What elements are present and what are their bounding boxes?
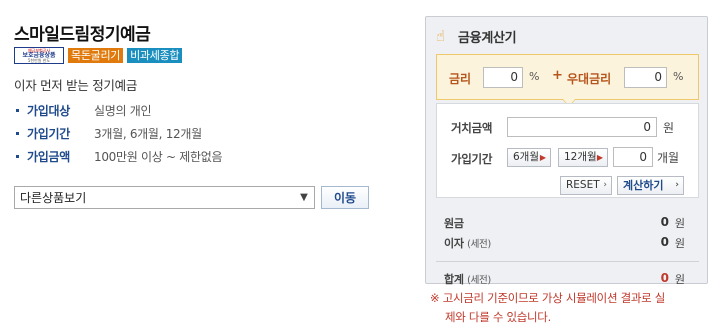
notice-line-2: 제와 다를 수 있습니다. — [445, 310, 551, 324]
rate-unit: % — [529, 70, 540, 83]
bullet-icon — [16, 131, 19, 135]
calculator-title: 금융계산기 — [458, 30, 517, 46]
principal-row: 원금 0 원 — [444, 215, 691, 231]
chevron-right-icon: › — [675, 180, 679, 190]
calculator-header: ☝ 금융계산기 — [436, 25, 517, 47]
other-products-select[interactable]: 다른상품보기 ▼ — [14, 186, 315, 209]
period-label: 가입기간 — [451, 152, 493, 166]
total-row: 합계 (세전) 0 원 — [444, 271, 691, 287]
product-description: 이자 먼저 받는 정기예금 — [14, 78, 138, 93]
bonus-rate-input[interactable]: 0 — [624, 67, 667, 88]
finger-pointer-icon: ☝ — [436, 27, 446, 45]
total-value: 0 — [660, 271, 669, 285]
badge-lump-sum: 목돈굴리기 — [68, 48, 124, 63]
period-6-label: 6개월 — [513, 151, 540, 163]
total-note: (세전) — [467, 275, 491, 286]
deposit-amount-input[interactable]: 0 — [507, 117, 657, 137]
spec-term: 가입대상 — [27, 103, 70, 118]
result-divider — [436, 261, 699, 262]
spec-value: 3개월, 6개월, 12개월 — [94, 126, 202, 141]
reset-button[interactable]: RESET › — [560, 176, 612, 195]
calculator-inputs: 거치금액 0 원 가입기간 6개월 ▶ 12개월 ▶ 0 개월 RESET › … — [436, 103, 699, 198]
chevron-right-icon: › — [603, 180, 607, 190]
bullet-icon — [16, 154, 19, 158]
deposit-unit: 원 — [663, 121, 675, 135]
go-button[interactable]: 이동 — [321, 186, 369, 209]
period-12-label: 12개월 — [564, 151, 597, 163]
interest-row: 이자 (세전) 0 원 — [444, 235, 691, 251]
triangle-right-icon: ▶ — [539, 153, 546, 162]
principal-value: 0 — [660, 215, 669, 229]
period-6-month-button[interactable]: 6개월 ▶ — [507, 148, 551, 167]
interest-value: 0 — [660, 235, 669, 249]
reset-label: RESET — [566, 179, 600, 191]
calculate-label: 계산하기 — [623, 179, 664, 192]
principal-unit: 원 — [674, 217, 685, 230]
rate-input[interactable]: 0 — [483, 67, 523, 88]
rate-box: 금리 0 % + 우대금리 0 % — [436, 54, 699, 100]
total-label: 합계 (세전) — [444, 271, 491, 287]
product-title: 스마일드림정기예금 — [14, 25, 151, 45]
interest-label: 이자 (세전) — [444, 235, 491, 251]
deposit-label: 거치금액 — [451, 121, 493, 135]
total-unit: 원 — [674, 273, 685, 286]
spec-item-amount: 가입금액 100만원 이상 ~ 제한없음 — [14, 148, 223, 164]
calculate-button[interactable]: 계산하기 › — [617, 176, 684, 195]
spec-term: 가입기간 — [27, 126, 70, 141]
simulation-notice: ※ 고시금리 기준이므로 가상 시뮬레이션 결과로 실 제와 다를 수 있습니다… — [430, 289, 715, 327]
interest-note: (세전) — [467, 239, 491, 250]
period-12-month-button[interactable]: 12개월 ▶ — [558, 148, 608, 167]
spec-term: 가입금액 — [27, 149, 70, 164]
badge-tax-free: 비과세종합 — [127, 48, 183, 63]
triangle-right-icon: ▶ — [596, 153, 603, 162]
period-unit: 개월 — [657, 151, 680, 165]
chevron-down-icon: ▼ — [300, 192, 308, 203]
principal-label: 원금 — [444, 217, 464, 230]
financial-calculator: ☝ 금융계산기 금리 0 % + 우대금리 0 % 거치금액 0 원 가입기간 … — [425, 16, 708, 287]
interest-label-text: 이자 — [444, 237, 464, 250]
spec-item-period: 가입기간 3개월, 6개월, 12개월 — [14, 125, 202, 141]
rate-label: 금리 — [449, 72, 472, 86]
spec-item-target: 가입대상 실명의 개인 — [14, 102, 152, 118]
interest-unit: 원 — [674, 237, 685, 250]
spec-value: 실명의 개인 — [94, 103, 152, 118]
period-months-input[interactable]: 0 — [613, 147, 653, 167]
bullet-icon — [16, 108, 19, 112]
protection-logo-line-3: 5천만원 한도 — [27, 57, 51, 63]
total-label-text: 합계 — [444, 273, 464, 286]
select-value: 다른상품보기 — [20, 191, 87, 205]
product-badges: 예금보험공사 보호금융상품 5천만원 한도 목돈굴리기 비과세종합 — [14, 47, 183, 64]
spec-value: 100만원 이상 ~ 제한없음 — [94, 149, 223, 164]
notice-line-1: ※ 고시금리 기준이므로 가상 시뮬레이션 결과로 실 — [430, 291, 666, 305]
deposit-protection-logo: 예금보험공사 보호금융상품 5천만원 한도 — [14, 47, 64, 64]
bonus-rate-label: 우대금리 — [567, 72, 612, 86]
bonus-rate-unit: % — [673, 70, 684, 83]
plus-sign: + — [552, 68, 563, 83]
